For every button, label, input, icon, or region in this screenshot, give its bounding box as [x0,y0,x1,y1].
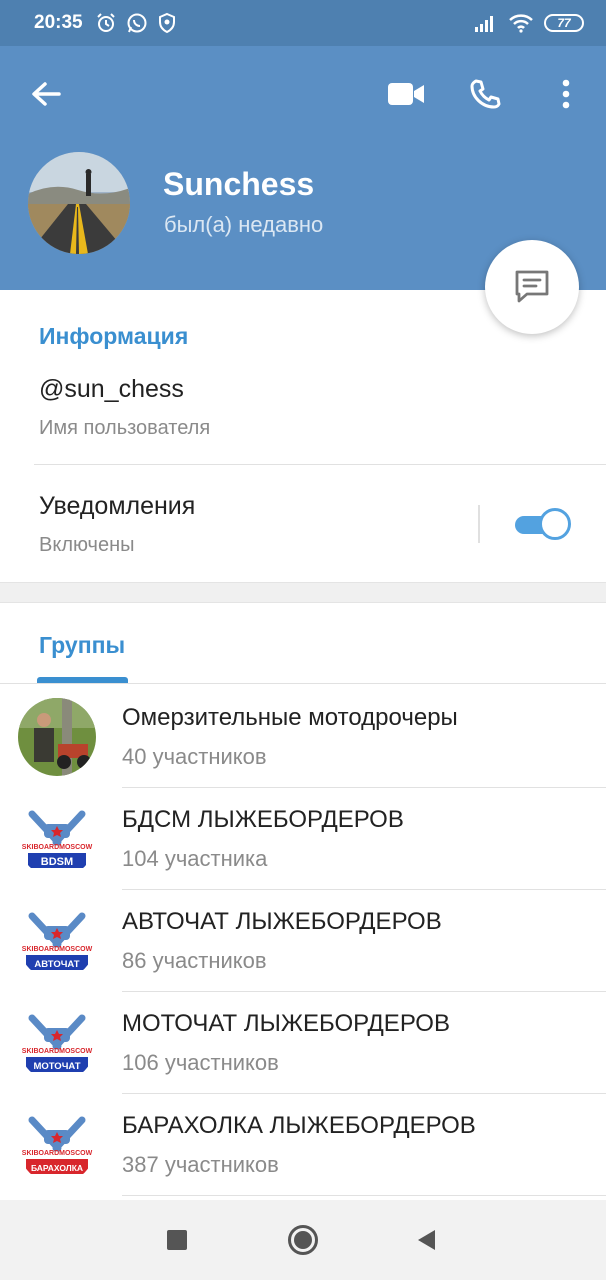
group-row[interactable]: SKIBOARDMOSCOW АВТОЧАТ АВТОЧАТ ЛЫЖЕБОРДЕ… [0,890,606,992]
arrow-left-icon [32,82,61,106]
road-photo [28,152,130,254]
profile-name: Sunchess [163,166,315,202]
group-member-count: 104 участника [122,846,268,871]
message-icon [515,270,549,303]
skiboard-logo: SKIBOARDMOSCOW АВТОЧАТ [18,902,96,980]
send-message-button[interactable] [485,240,579,334]
username-label: Имя пользователя [39,417,211,439]
group-avatar: SKIBOARDMOSCOW АВТОЧАТ [18,902,96,980]
status-time: 20:35 [34,12,83,33]
group-row[interactable]: SKIBOARDMOSCOW МОТОЧАТ МОТОЧАТ ЛЫЖЕБОРДЕ… [0,992,606,1094]
shield-icon [158,12,175,34]
home-button[interactable] [283,1220,323,1260]
skiboard-logo: SKIBOARDMOSCOW МОТОЧАТ [18,1004,96,1082]
group-avatar: SKIBOARDMOSCOW BDSM [18,800,96,878]
notifications-title[interactable]: Уведомления [39,492,195,521]
phone-icon [470,79,501,109]
group-row[interactable]: SKIBOARDMOSCOW BDSM БДСМ ЛЫЖЕБОРДЕРОВ 10… [0,788,606,890]
username-value[interactable]: @sun_chess [39,375,184,404]
circle-icon [288,1225,318,1255]
system-nav-bar [0,1200,606,1280]
recents-button[interactable] [157,1220,197,1260]
back-button[interactable] [26,74,66,114]
toggle-knob [539,508,571,540]
notifications-state: Включены [39,534,135,556]
group-avatar: SKIBOARDMOSCOW МОТОЧАТ [18,1004,96,1082]
status-icons-left [95,12,177,34]
logo-text: SKIBOARDMOSCOW [22,844,93,851]
group-member-count: 387 участников [122,1152,279,1177]
info-section-title: Информация [39,323,189,349]
video-call-button[interactable] [384,74,428,114]
logo-text: SKIBOARDMOSCOW [22,946,93,953]
info-divider [34,464,606,465]
notifications-toggle[interactable] [513,508,571,540]
more-vertical-icon [562,79,570,109]
group-member-count: 86 участников [122,948,267,973]
triangle-back-icon [418,1230,435,1250]
wifi-icon [509,14,533,33]
square-icon [167,1230,187,1250]
group-avatar [18,698,96,776]
group-row[interactable]: Омерзительные мотодрочеры 40 участников [0,686,606,788]
logo-text: SKIBOARDMOSCOW [22,1150,93,1157]
badge-text: АВТОЧАТ [34,959,79,970]
battery-indicator: 77 [544,14,584,32]
system-back-button[interactable] [406,1220,446,1260]
group-row[interactable]: SKIBOARDMOSCOW БАРАХОЛКА БАРАХОЛКА ЛЫЖЕБ… [0,1094,606,1196]
status-icons-right: 77 [474,13,584,33]
whatsapp-icon [127,13,147,33]
video-camera-icon [388,83,424,105]
alarm-icon [96,13,115,32]
skiboard-logo: SKIBOARDMOSCOW BDSM [18,800,96,878]
section-gap [0,582,606,603]
row-divider [122,1195,606,1196]
group-member-count: 40 участников [122,744,267,769]
tab-divider [0,683,606,684]
tab-groups[interactable]: Группы [39,632,125,659]
group-name: БАРАХОЛКА ЛЫЖЕБОРДЕРОВ [122,1112,476,1139]
group-name: Омерзительные мотодрочеры [122,704,458,731]
badge-text: БАРАХОЛКА [31,1163,83,1173]
toggle-separator [478,505,480,543]
more-button[interactable] [544,74,588,114]
group-member-count: 106 участников [122,1050,279,1075]
group-avatar: SKIBOARDMOSCOW БАРАХОЛКА [18,1106,96,1184]
signal-icon [475,16,493,32]
status-bar: 20:35 77 [0,0,606,46]
profile-avatar[interactable] [28,152,130,254]
badge-text: МОТОЧАТ [33,1061,80,1072]
profile-status: был(а) недавно [164,212,324,237]
skiboard-logo: SKIBOARDMOSCOW БАРАХОЛКА [18,1106,96,1184]
group-photo [18,698,96,776]
badge-text: BDSM [41,856,73,868]
voice-call-button[interactable] [463,74,507,114]
logo-text: SKIBOARDMOSCOW [22,1048,93,1055]
group-name: АВТОЧАТ ЛЫЖЕБОРДЕРОВ [122,908,442,935]
group-name: БДСМ ЛЫЖЕБОРДЕРОВ [122,806,404,833]
group-name: МОТОЧАТ ЛЫЖЕБОРДЕРОВ [122,1010,450,1037]
